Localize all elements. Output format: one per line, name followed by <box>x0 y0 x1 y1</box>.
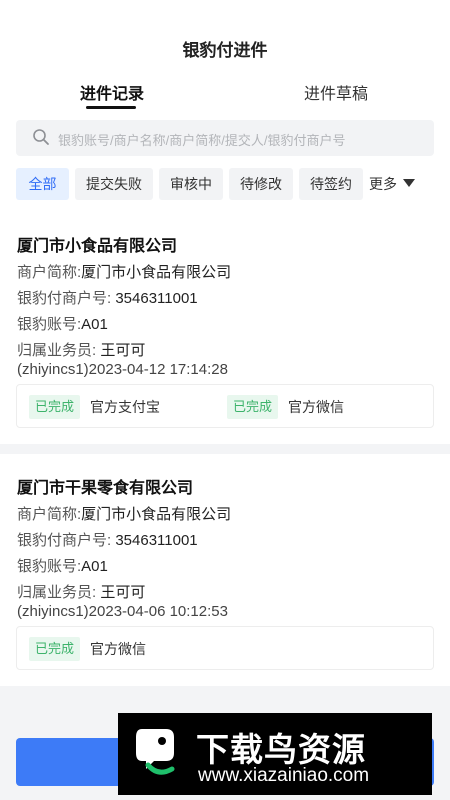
merchant-no-label: 银豹付商户号: <box>17 532 112 549</box>
status-badge: 已完成 <box>29 637 81 661</box>
merchant-name: 厦门市干果零食有限公司 <box>17 480 194 497</box>
salesperson-value: 王可可 <box>100 342 146 359</box>
submitter-time: (zhiyincs1)2023-04-12 17:14:28 <box>17 361 228 378</box>
merchant-no-value: 3546311001 <box>115 290 198 307</box>
salesperson-label: 归属业务员: <box>17 342 97 359</box>
channel-status-box: 已完成 官方微信 <box>16 626 434 670</box>
channel-name: 官方微信 <box>90 641 147 657</box>
filter-to-sign[interactable]: 待签约 <box>299 168 363 200</box>
channel-name: 官方微信 <box>288 399 345 415</box>
channel-status-box: 已完成 官方支付宝 已完成 官方微信 <box>16 384 434 428</box>
tab-drafts[interactable]: 进件草稿 <box>304 80 368 104</box>
bird-logo-icon <box>136 729 175 775</box>
salesperson-row: 归属业务员: 王可可 <box>17 581 145 602</box>
submitter-time: (zhiyincs1)2023-04-06 10:12:53 <box>17 603 228 620</box>
filter-all[interactable]: 全部 <box>16 168 69 200</box>
tab-drafts-label: 进件草稿 <box>304 86 369 103</box>
caret-down-icon <box>403 179 415 187</box>
channel-status: 已完成 官方微信 <box>227 395 344 419</box>
salesperson-row: 归属业务员: 王可可 <box>17 339 145 360</box>
short-name-label: 商户简称: <box>17 264 82 281</box>
search-input[interactable]: 银豹账号/商户名称/商户简称/提交人/银豹付商户号 <box>16 120 434 156</box>
filter-to-modify[interactable]: 待修改 <box>229 168 293 200</box>
watermark-url: www.xiazainiao.com <box>198 765 370 786</box>
status-filter-bar: 全部 提交失败 审核中 待修改 待签约 更多 <box>16 168 436 200</box>
status-badge: 已完成 <box>29 395 81 419</box>
short-name-value: 厦门市小食品有限公司 <box>81 264 232 281</box>
merchant-name: 厦门市小食品有限公司 <box>17 238 178 255</box>
short-name-value: 厦门市小食品有限公司 <box>81 506 232 523</box>
header-area: 银豹付进件 进件记录 进件草稿 银豹账号/商户名称/商户简称/提交人/银豹付商户… <box>0 0 450 212</box>
salesperson-label: 归属业务员: <box>17 584 97 601</box>
watermark-banner: 下载鸟资源 www.xiazainiao.com <box>118 713 432 795</box>
account-value: A01 <box>81 558 108 575</box>
record-card[interactable]: 厦门市干果零食有限公司 商户简称:厦门市小食品有限公司 银豹付商户号: 3546… <box>0 454 450 686</box>
account-row: 银豹账号:A01 <box>17 555 108 576</box>
salesperson-value: 王可可 <box>100 584 146 601</box>
short-name-row: 商户简称:厦门市小食品有限公司 <box>17 261 231 282</box>
more-filters-label: 更多 <box>369 176 397 192</box>
status-badge: 已完成 <box>227 395 279 419</box>
account-label: 银豹账号: <box>17 558 82 575</box>
account-label: 银豹账号: <box>17 316 82 333</box>
short-name-label: 商户简称: <box>17 506 82 523</box>
tab-records[interactable]: 进件记录 <box>80 80 145 109</box>
filter-submit-failed[interactable]: 提交失败 <box>75 168 153 200</box>
merchant-no-row: 银豹付商户号: 3546311001 <box>17 529 198 550</box>
search-icon <box>33 129 49 145</box>
page-title: 银豹付进件 <box>182 41 268 60</box>
channel-status: 已完成 官方微信 <box>29 637 146 661</box>
record-card[interactable]: 厦门市小食品有限公司 商户简称:厦门市小食品有限公司 银豹付商户号: 35463… <box>0 212 450 444</box>
account-row: 银豹账号:A01 <box>17 313 108 334</box>
active-tab-indicator <box>86 106 136 109</box>
search-placeholder: 银豹账号/商户名称/商户简称/提交人/银豹付商户号 <box>58 133 346 148</box>
merchant-no-label: 银豹付商户号: <box>17 290 112 307</box>
merchant-no-row: 银豹付商户号: 3546311001 <box>17 287 198 308</box>
merchant-no-value: 3546311001 <box>115 532 198 549</box>
tab-records-label: 进件记录 <box>80 86 145 103</box>
account-value: A01 <box>81 316 108 333</box>
tab-bar: 进件记录 进件草稿 <box>0 80 450 110</box>
channel-status: 已完成 官方支付宝 <box>29 395 160 419</box>
channel-name: 官方支付宝 <box>90 399 161 415</box>
short-name-row: 商户简称:厦门市小食品有限公司 <box>17 503 231 524</box>
filter-under-review[interactable]: 审核中 <box>159 168 223 200</box>
more-filters-button[interactable]: 更多 <box>369 168 415 200</box>
watermark-title: 下载鸟资源 <box>196 731 366 768</box>
